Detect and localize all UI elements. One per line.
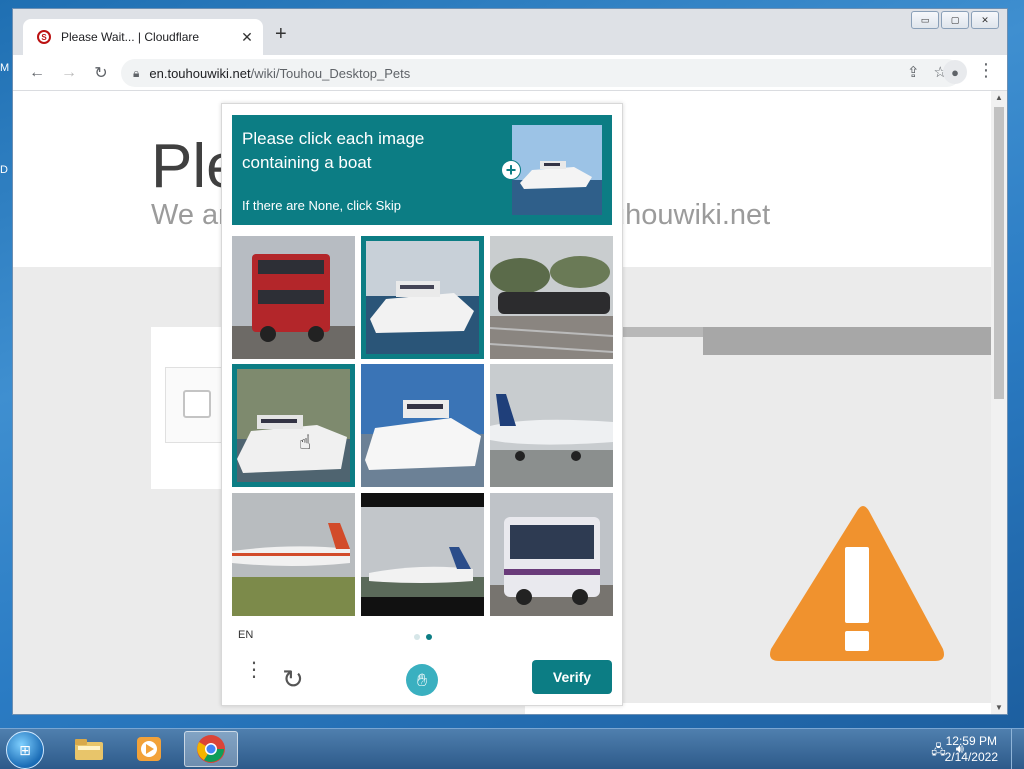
url-host: en.touhouwiki.net [149, 65, 251, 81]
desktop-fragment: D [0, 164, 8, 176]
grid-tile-train[interactable] [490, 236, 613, 359]
clock[interactable]: 12:59 PM 2/14/2022 [945, 733, 998, 765]
page-dot-active [426, 634, 432, 640]
cloudflare-favicon-icon: S [37, 30, 51, 44]
lock-icon: 🔒︎ [133, 65, 140, 80]
start-button[interactable]: ⊞ [6, 731, 44, 769]
show-desktop-button[interactable] [1011, 729, 1024, 769]
address-bar[interactable]: 🔒︎ en.touhouwiki.net/wiki/Touhou_Desktop… [121, 59, 961, 87]
grid-tile-bus[interactable] [490, 493, 613, 616]
desktop-fragment: M [0, 62, 10, 74]
progress-bar [703, 327, 993, 355]
window-controls: ▭ ▢ ✕ [911, 11, 999, 29]
browser-toolbar: ← → ↻ 🔒︎ en.touhouwiki.net/wiki/Touhou_D… [13, 55, 1007, 91]
image-grid [232, 236, 613, 616]
clock-date: 2/14/2022 [944, 750, 998, 764]
challenge-prompt: Please click each image containing a boa… [232, 115, 612, 225]
prompt-subtext: If there are None, click Skip [242, 198, 401, 213]
share-icon[interactable]: ⇪ [907, 63, 920, 81]
grid-tile-bus[interactable] [232, 236, 355, 359]
new-tab-button[interactable]: + [275, 23, 287, 46]
page-subtitle: We ar [151, 199, 228, 231]
grid-tile-boat[interactable] [361, 236, 484, 359]
close-tab-icon[interactable]: ✕ [237, 29, 257, 46]
close-window-button[interactable]: ✕ [971, 11, 999, 29]
add-icon[interactable]: + [501, 160, 521, 180]
omnibox-actions: ⇪ ☆ [907, 63, 947, 81]
back-arrow-icon[interactable]: ← [25, 61, 49, 85]
url-path: /wiki/Touhou_Desktop_Pets [250, 65, 411, 81]
page-dot [414, 634, 420, 640]
browser-tab[interactable]: S Please Wait... | Cloudflare ✕ [23, 19, 263, 55]
grid-tile-airplane[interactable] [490, 364, 613, 487]
tab-title: Please Wait... | Cloudflare [61, 30, 200, 44]
clock-time: 12:59 PM [945, 734, 997, 748]
verify-button[interactable]: Verify [532, 660, 612, 694]
more-options-icon[interactable]: ⋮ [244, 660, 264, 680]
grid-tile-airplane[interactable] [361, 493, 484, 616]
hcaptcha-logo-icon: ✋︎ [406, 664, 438, 696]
site-name-fragment: uhouwiki.net [609, 199, 771, 231]
vertical-scrollbar[interactable]: ▲ ▼ [991, 91, 1007, 714]
page-indicator [414, 634, 432, 640]
network-icon[interactable]: 🖧︎ [931, 741, 946, 763]
browser-menu-icon[interactable]: ⋮ [977, 60, 995, 81]
taskbar: ⊞ 🖧︎ 🔊︎ 12:59 PM 2/14/2022 [0, 728, 1024, 769]
grid-tile-boat[interactable] [232, 364, 355, 487]
example-boat-image [512, 125, 602, 215]
chrome-icon[interactable] [184, 731, 238, 767]
forward-arrow-icon[interactable]: → [57, 61, 81, 85]
hcaptcha-challenge: Please click each image containing a boa… [221, 103, 623, 706]
grid-tile-airplane[interactable] [232, 493, 355, 616]
maximize-button[interactable]: ▢ [941, 11, 969, 29]
file-explorer-icon[interactable] [62, 731, 116, 767]
minimize-button[interactable]: ▭ [911, 11, 939, 29]
scroll-down-icon[interactable]: ▼ [995, 703, 1003, 712]
grid-tile-boat[interactable] [361, 364, 484, 487]
profile-avatar-icon[interactable]: ● [943, 60, 967, 84]
media-player-icon[interactable] [122, 731, 176, 767]
scroll-thumb[interactable] [994, 107, 1004, 399]
warning-triangle-icon [770, 506, 944, 661]
refresh-challenge-icon[interactable]: ↻ [282, 664, 304, 695]
prompt-text: Please click each image containing a boa… [242, 129, 425, 172]
language-selector[interactable]: EN [238, 629, 253, 641]
hand-cursor-icon: ☝︎ [299, 432, 312, 454]
scroll-up-icon[interactable]: ▲ [995, 93, 1003, 102]
reload-icon[interactable]: ↻ [89, 61, 113, 85]
human-checkbox[interactable] [183, 390, 211, 418]
